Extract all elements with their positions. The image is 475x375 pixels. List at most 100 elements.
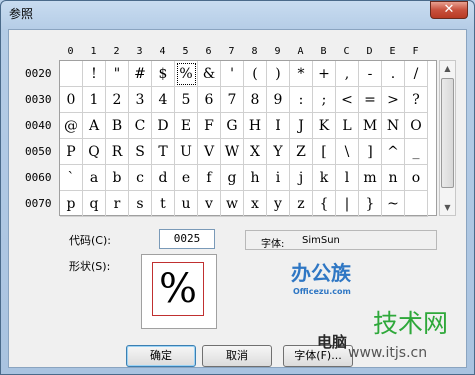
char-cell[interactable]: @	[60, 113, 83, 139]
char-cell[interactable]: ?	[405, 87, 428, 113]
char-cell[interactable]: :	[290, 87, 313, 113]
char-cell[interactable]: -	[359, 61, 382, 87]
char-cell[interactable]: .	[382, 61, 405, 87]
char-cell[interactable]: 8	[244, 87, 267, 113]
char-cell[interactable]: P	[60, 139, 83, 165]
char-cell[interactable]: &	[198, 61, 221, 87]
char-cell[interactable]: %	[175, 61, 198, 87]
char-cell[interactable]: ;	[313, 87, 336, 113]
char-cell[interactable]: ]	[359, 139, 382, 165]
char-cell[interactable]: 9	[267, 87, 290, 113]
char-cell[interactable]: )	[267, 61, 290, 87]
char-cell[interactable]: p	[60, 191, 83, 217]
char-cell[interactable]: W	[221, 139, 244, 165]
char-cell[interactable]: v	[198, 191, 221, 217]
char-cell[interactable]: g	[221, 165, 244, 191]
char-cell[interactable]: `	[60, 165, 83, 191]
char-cell[interactable]: e	[175, 165, 198, 191]
char-cell[interactable]: I	[267, 113, 290, 139]
title-bar[interactable]: 参照 ✕	[1, 1, 474, 29]
char-cell[interactable]: m	[359, 165, 382, 191]
char-cell[interactable]: *	[290, 61, 313, 87]
char-cell[interactable]	[60, 61, 83, 87]
char-cell[interactable]: 1	[83, 87, 106, 113]
char-cell[interactable]: >	[382, 87, 405, 113]
char-cell[interactable]: K	[313, 113, 336, 139]
char-cell[interactable]: F	[198, 113, 221, 139]
char-cell[interactable]: G	[221, 113, 244, 139]
char-cell[interactable]: S	[129, 139, 152, 165]
char-cell[interactable]: 3	[129, 87, 152, 113]
char-cell[interactable]: H	[244, 113, 267, 139]
char-cell[interactable]: i	[267, 165, 290, 191]
character-grid[interactable]: ! " # $% & '() * +, -./ 0 1 2 3 4 5 6 7 8 9:; < = >? @ A B C D E F G H…	[59, 60, 437, 217]
char-cell[interactable]: d	[152, 165, 175, 191]
char-cell[interactable]: _	[405, 139, 428, 165]
char-cell[interactable]: l	[336, 165, 359, 191]
char-cell[interactable]: k	[313, 165, 336, 191]
char-cell[interactable]: U	[175, 139, 198, 165]
char-cell[interactable]: f	[198, 165, 221, 191]
char-cell[interactable]: "	[106, 61, 129, 87]
char-cell[interactable]: j	[290, 165, 313, 191]
char-cell[interactable]: C	[129, 113, 152, 139]
char-cell[interactable]: J	[290, 113, 313, 139]
char-cell[interactable]: o	[405, 165, 428, 191]
char-cell[interactable]: y	[267, 191, 290, 217]
scroll-up-icon[interactable]: ▲	[441, 61, 454, 76]
char-cell[interactable]: Z	[290, 139, 313, 165]
char-cell[interactable]: M	[359, 113, 382, 139]
char-cell[interactable]: Q	[83, 139, 106, 165]
char-cell[interactable]: q	[83, 191, 106, 217]
char-cell[interactable]: 6	[198, 87, 221, 113]
char-cell[interactable]: |	[336, 191, 359, 217]
char-cell[interactable]: =	[359, 87, 382, 113]
char-cell[interactable]	[405, 191, 428, 217]
scroll-down-icon[interactable]: ▼	[441, 200, 454, 215]
char-cell[interactable]: a	[83, 165, 106, 191]
char-cell[interactable]: z	[290, 191, 313, 217]
char-cell[interactable]: B	[106, 113, 129, 139]
char-cell[interactable]: s	[129, 191, 152, 217]
char-cell[interactable]: L	[336, 113, 359, 139]
char-cell[interactable]: ^	[382, 139, 405, 165]
char-cell[interactable]: V	[198, 139, 221, 165]
char-cell[interactable]: X	[244, 139, 267, 165]
char-cell[interactable]: b	[106, 165, 129, 191]
char-cell[interactable]: D	[152, 113, 175, 139]
char-cell[interactable]: E	[175, 113, 198, 139]
char-cell[interactable]: (	[244, 61, 267, 87]
char-cell[interactable]: {	[313, 191, 336, 217]
char-cell[interactable]: 4	[152, 87, 175, 113]
scroll-thumb[interactable]	[441, 78, 454, 188]
code-input[interactable]: 0025	[159, 229, 215, 249]
char-cell[interactable]: +	[313, 61, 336, 87]
char-cell[interactable]: \	[336, 139, 359, 165]
char-cell[interactable]: O	[405, 113, 428, 139]
char-cell[interactable]: [	[313, 139, 336, 165]
char-cell[interactable]: #	[129, 61, 152, 87]
char-cell[interactable]: 2	[106, 87, 129, 113]
char-cell[interactable]: '	[221, 61, 244, 87]
char-cell[interactable]: w	[221, 191, 244, 217]
cancel-button[interactable]: 取消	[202, 345, 272, 367]
char-cell[interactable]: 7	[221, 87, 244, 113]
char-cell[interactable]: /	[405, 61, 428, 87]
char-cell[interactable]: }	[359, 191, 382, 217]
char-cell[interactable]: Y	[267, 139, 290, 165]
char-cell[interactable]: c	[129, 165, 152, 191]
char-cell[interactable]: !	[83, 61, 106, 87]
char-cell[interactable]: t	[152, 191, 175, 217]
char-cell[interactable]: h	[244, 165, 267, 191]
grid-scrollbar[interactable]: ▲ ▼	[439, 60, 456, 216]
char-cell[interactable]: A	[83, 113, 106, 139]
char-cell[interactable]: $	[152, 61, 175, 87]
ok-button[interactable]: 确定	[126, 345, 196, 367]
char-cell[interactable]: T	[152, 139, 175, 165]
char-cell[interactable]: R	[106, 139, 129, 165]
char-cell[interactable]: r	[106, 191, 129, 217]
char-cell[interactable]: 5	[175, 87, 198, 113]
char-cell[interactable]: <	[336, 87, 359, 113]
char-cell[interactable]: n	[382, 165, 405, 191]
char-cell[interactable]: N	[382, 113, 405, 139]
